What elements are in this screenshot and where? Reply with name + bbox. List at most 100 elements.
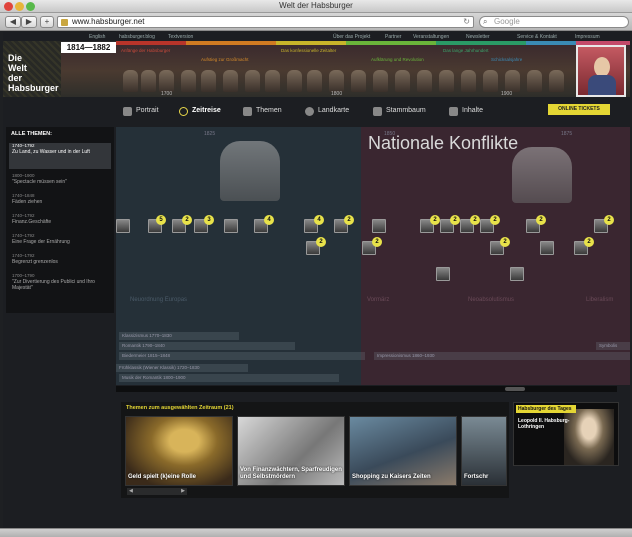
portrait-thumb[interactable] [265, 70, 280, 92]
epoch-bar[interactable]: Romantik 1790–1840 [119, 342, 295, 350]
portrait-thumb[interactable] [123, 70, 138, 92]
event-count-badge[interactable]: 2 [604, 215, 614, 225]
era-label[interactable]: Aufklärung und Revolution [371, 57, 424, 62]
event-count-badge[interactable]: 2 [316, 237, 326, 247]
epoch-bar[interactable]: Symbolis [596, 342, 630, 350]
theme-item[interactable]: 1740–1792 Finanz.Geschäfte [9, 213, 111, 225]
carousel-item[interactable]: Shopping zu Kaisers Zeiten [349, 416, 457, 486]
address-bar[interactable]: www.habsburger.net ↻ [57, 16, 474, 28]
event-count-badge[interactable]: 4 [314, 215, 324, 225]
event-count-badge[interactable]: 2 [430, 215, 440, 225]
event-count-badge[interactable]: 2 [344, 215, 354, 225]
nav-link-newsletter[interactable]: Newsletter [466, 34, 490, 40]
nav-link-partner[interactable]: Partner [385, 34, 401, 40]
era-tag[interactable]: Neoabsolutismus [468, 297, 514, 303]
event-count-badge[interactable]: 2 [372, 237, 382, 247]
carousel-prev-icon[interactable]: ◀ [129, 488, 133, 494]
event-count-badge[interactable]: 2 [584, 237, 594, 247]
nav-link-blog[interactable]: habsburger.blog [119, 34, 155, 40]
epoch-bar[interactable]: Musik der Romantik 1800–1900 [119, 374, 339, 382]
event-count-badge[interactable]: 5 [156, 215, 166, 225]
tab-portrait[interactable]: Portrait [122, 104, 159, 118]
epoch-bar[interactable]: Biedermeier 1815–1848 [119, 352, 365, 360]
theme-item[interactable]: 1740–1792 Begrenzt grenzenlos [9, 253, 111, 265]
era-tag[interactable]: Liberalism [586, 297, 613, 303]
era-label[interactable]: Schicksalsjahre [491, 57, 522, 62]
timeline-scrollbar[interactable] [116, 386, 617, 392]
event-count-badge[interactable]: 2 [182, 215, 192, 225]
carousel-item[interactable]: Von Finanzwächtern, Sparfreudigen und Se… [237, 416, 345, 486]
portrait-thumb[interactable] [329, 70, 344, 92]
portrait-thumb[interactable] [181, 70, 196, 92]
theme-item[interactable]: 1740–1848 Fäden ziehen [9, 193, 111, 205]
search-input[interactable]: ⌕ Google [479, 16, 629, 28]
selected-era-portrait[interactable] [576, 45, 626, 97]
zeitreise-timeline[interactable]: 1825 1850 1875 Nationale Konflikte 5 2 3… [116, 127, 630, 385]
portrait-thumb[interactable] [461, 70, 476, 92]
event-thumb[interactable] [224, 219, 238, 233]
theme-item[interactable]: 1700–1790 "Zur Divertierung des Publici u… [9, 273, 111, 291]
portrait-thumb[interactable] [223, 70, 238, 92]
portrait-thumb[interactable] [395, 70, 410, 92]
era-label[interactable]: Anfänge der Habsburger [121, 48, 170, 53]
site-logo[interactable]: Die Welt der Habsburger [3, 41, 61, 97]
portrait-thumb[interactable] [417, 70, 432, 92]
portrait-thumb[interactable] [351, 70, 366, 92]
scrollbar-thumb[interactable] [505, 387, 525, 391]
event-thumb[interactable] [510, 267, 524, 281]
portrait-thumb[interactable] [245, 70, 260, 92]
portrait-thumb[interactable] [287, 70, 302, 92]
tab-stammbaum[interactable]: Stammbaum [372, 104, 426, 118]
nav-link-textversion[interactable]: Textversion [168, 34, 193, 40]
theme-item[interactable]: 1740–1792 Zu Land, zu Wasser und in der L… [9, 143, 111, 169]
portrait-thumb[interactable] [483, 70, 498, 92]
portrait-thumb[interactable] [159, 70, 174, 92]
event-count-badge[interactable]: 2 [450, 215, 460, 225]
nav-link-events[interactable]: Veranstaltungen [413, 34, 449, 40]
portrait-thumb[interactable] [527, 70, 542, 92]
event-count-badge[interactable]: 2 [536, 215, 546, 225]
tab-landkarte[interactable]: Landkarte [304, 104, 349, 118]
event-count-badge[interactable]: 3 [204, 215, 214, 225]
ruler-portrait[interactable] [512, 147, 572, 203]
forward-button[interactable]: ▶ [21, 16, 37, 28]
era-tag[interactable]: Neuordnung Europas [130, 297, 187, 303]
tab-inhalte[interactable]: Inhalte [448, 104, 483, 118]
era-tag[interactable]: Vormärz [367, 297, 389, 303]
epoch-bar[interactable]: Impressionismus 1860–1930 [374, 352, 630, 360]
portrait-thumb[interactable] [307, 70, 322, 92]
tab-themen[interactable]: Themen [242, 104, 282, 118]
event-count-badge[interactable]: 2 [490, 215, 500, 225]
carousel-scrollbar[interactable]: ◀ ▶ [127, 488, 187, 495]
event-thumb[interactable] [372, 219, 386, 233]
event-count-badge[interactable]: 2 [470, 215, 480, 225]
event-count-badge[interactable]: 4 [264, 215, 274, 225]
portrait-thumb[interactable] [141, 70, 156, 92]
era-label[interactable]: Das konfessionelle Zeitalter [281, 48, 336, 53]
epoch-bar[interactable]: Frühklassik (Wiener Klassik) 1720–1830 [116, 364, 248, 372]
tab-zeitreise[interactable]: Zeitreise [178, 104, 221, 118]
event-thumb[interactable] [436, 267, 450, 281]
event-count-badge[interactable]: 2 [500, 237, 510, 247]
era-label[interactable]: Aufstieg zur Großmacht [201, 57, 249, 62]
reload-icon[interactable]: ↻ [463, 17, 470, 27]
epoch-bar[interactable]: Klassizismus 1770–1830 [119, 332, 239, 340]
theme-item[interactable]: 1800–1900 "Spectacle müssen sein" [9, 173, 111, 185]
nav-link-english[interactable]: English [89, 34, 105, 40]
online-tickets-button[interactable]: ONLINE TICKETS [548, 104, 610, 115]
event-thumb[interactable] [540, 241, 554, 255]
carousel-item[interactable]: Geld spielt (k)eine Rolle [125, 416, 233, 486]
nav-link-service[interactable]: Service & Kontakt [517, 34, 557, 40]
event-thumb[interactable] [116, 219, 130, 233]
portrait-thumb[interactable] [201, 70, 216, 92]
header-timeline[interactable]: Anfänge der Habsburger Aufstieg zur Groß… [61, 45, 630, 97]
era-label[interactable]: Das lange Jahrhundert [443, 48, 489, 53]
theme-item[interactable]: 1740–1792 Eine Frage der Ernährung [9, 233, 111, 245]
portrait-thumb[interactable] [549, 70, 564, 92]
nav-link-impressum[interactable]: Impressum [575, 34, 600, 40]
add-bookmark-button[interactable]: + [40, 16, 54, 28]
portrait-thumb[interactable] [439, 70, 454, 92]
portrait-thumb[interactable] [373, 70, 388, 92]
ruler-portrait[interactable] [220, 141, 280, 201]
carousel-next-icon[interactable]: ▶ [181, 488, 185, 495]
